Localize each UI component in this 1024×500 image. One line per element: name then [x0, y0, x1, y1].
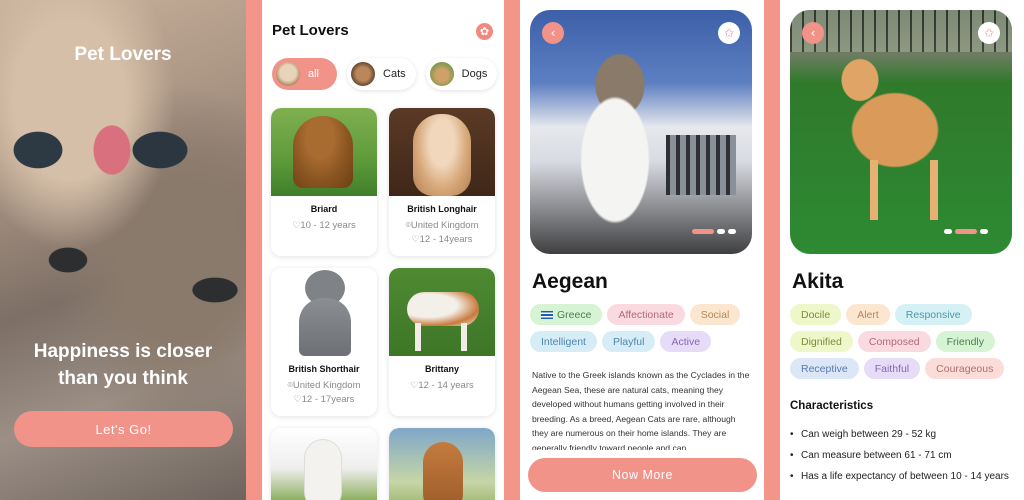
origin-text: United Kingdom	[410, 220, 479, 231]
favorites-icon[interactable]: ✿	[476, 23, 493, 40]
carousel-dot[interactable]	[980, 229, 988, 234]
tag-alert: Alert	[846, 304, 890, 325]
tag-faithful: Faithful	[863, 358, 921, 379]
greece-flag-icon	[541, 310, 553, 319]
filter-chip-label: Dogs	[461, 68, 488, 80]
pet-image	[271, 108, 377, 196]
splash-screen: Pet Lovers Happiness is closer than you …	[0, 0, 246, 500]
pet-origin: ⌾United Kingdom	[389, 220, 495, 231]
carousel-dot[interactable]	[717, 229, 725, 234]
tag-docile: Docile	[790, 304, 842, 325]
pet-lifespan: ♡10 - 12 years	[271, 220, 377, 231]
know-more-button[interactable]: Now More	[528, 458, 757, 492]
lifespan-text: 12 - 14 years	[418, 380, 474, 391]
tag-receptive: Receptive	[790, 358, 859, 379]
lifespan-text: 10 - 12 years	[300, 220, 356, 231]
tag-responsive: Responsive	[894, 304, 972, 325]
pet-card-brittany[interactable]: Brittany ♡12 - 14 years	[389, 268, 495, 416]
lifespan-text: 12 - 17years	[301, 394, 355, 405]
pet-name: Briard	[310, 204, 338, 214]
carousel-dot[interactable]	[955, 229, 977, 234]
tag-social: Social	[689, 304, 741, 325]
akita-detail-screen: ‹ ✩ Akita Docile Alert Responsive Dignif…	[780, 0, 1024, 500]
favorite-button[interactable]: ✩	[718, 22, 740, 44]
filter-chip-dogs[interactable]: Dogs	[425, 58, 498, 90]
lifespan-text: 12 - 14years	[419, 234, 473, 245]
tag-label: Greece	[557, 308, 592, 321]
cats-chip-image	[351, 62, 376, 86]
back-button[interactable]: ‹	[802, 22, 824, 44]
filter-chip-label: all	[308, 68, 320, 80]
tag-playful: Playful	[601, 331, 656, 352]
pet-list-screen: Pet Lovers ✿ all Cats Dogs Briard ♡10 - …	[262, 0, 504, 500]
pet-hero-image: ‹ ✩	[530, 10, 752, 254]
characteristic-item: Can weigh between 29 - 52 kg	[790, 428, 1016, 441]
pet-image	[389, 268, 495, 356]
origin-text: United Kingdom	[292, 380, 361, 391]
app-title: Pet Lovers	[74, 44, 172, 65]
filter-chip-label: Cats	[383, 68, 406, 80]
pet-lifespan: ♡12 - 17years	[271, 394, 377, 405]
pet-card-british-shorthair[interactable]: British Shorthair ⌾United Kingdom ♡12 - …	[271, 268, 377, 416]
pet-description: Native to the Greek islands known as the…	[532, 370, 750, 450]
pet-name: British Shorthair	[288, 364, 360, 374]
pet-origin: ⌾United Kingdom	[271, 380, 377, 391]
characteristic-item: Has a life expectancy of between 10 - 14…	[790, 470, 1016, 483]
tag-country: Greece	[530, 304, 603, 325]
tag-active: Active	[660, 331, 712, 352]
pet-card-bull-terrier-2[interactable]	[389, 428, 495, 500]
pet-card-bull-terrier[interactable]	[271, 428, 377, 500]
carousel-dot[interactable]	[728, 229, 736, 234]
pet-name: Aegean	[532, 270, 608, 293]
page-title: Pet Lovers	[272, 22, 349, 39]
tag-courageous: Courageous	[925, 358, 1005, 379]
image-carousel-dots[interactable]	[692, 229, 736, 234]
pet-image	[271, 428, 377, 500]
pet-image	[389, 108, 495, 196]
pet-card-british-longhair[interactable]: British Longhair ⌾United Kingdom ♡12 - 1…	[389, 108, 495, 256]
image-carousel-dots[interactable]	[944, 229, 988, 234]
tagline-line-2: than you think	[58, 368, 188, 389]
pet-image	[389, 428, 495, 500]
aegean-detail-screen: ‹ ✩ Aegean Greece Affectionate Social In…	[520, 0, 764, 500]
favorite-button[interactable]: ✩	[978, 22, 1000, 44]
characteristics-list: Can weigh between 29 - 52 kg Can measure…	[790, 428, 1016, 491]
pet-image	[271, 268, 377, 356]
all-chip-image	[276, 62, 300, 86]
dogs-chip-image	[429, 62, 454, 86]
tag-affectionate: Affectionate	[607, 304, 685, 325]
heart-icon: ♡	[293, 394, 302, 404]
characteristics-heading: Characteristics	[790, 400, 874, 412]
tag-composed: Composed	[857, 331, 931, 352]
tag-dignified: Dignified	[790, 331, 853, 352]
back-button[interactable]: ‹	[542, 22, 564, 44]
pet-card-briard[interactable]: Briard ♡10 - 12 years	[271, 108, 377, 256]
tag-intelligent: Intelligent	[530, 331, 597, 352]
tag-friendly: Friendly	[935, 331, 995, 352]
tagline: Happiness is closer than you think	[10, 338, 236, 392]
characteristic-item: Can measure between 61 - 71 cm	[790, 449, 1016, 462]
pet-lifespan: ♡12 - 14 years	[389, 380, 495, 391]
carousel-dot[interactable]	[944, 229, 952, 234]
trait-tags: Greece Affectionate Social Intelligent P…	[530, 304, 756, 352]
pet-name: Akita	[792, 270, 844, 293]
pet-name: Brittany	[424, 364, 459, 374]
filter-chip-cats[interactable]: Cats	[347, 58, 416, 90]
trait-tags: Docile Alert Responsive Dignified Compos…	[790, 304, 1016, 379]
pet-lifespan: ♡12 - 14years	[389, 234, 495, 245]
filter-chip-all[interactable]: all	[272, 58, 338, 90]
pet-name: British Longhair	[407, 204, 477, 214]
tagline-line-1: Happiness is closer	[33, 341, 213, 362]
pet-hero-image: ‹ ✩	[790, 10, 1012, 254]
filter-chips: all Cats Dogs	[272, 58, 498, 90]
carousel-dot[interactable]	[692, 229, 714, 234]
heart-icon: ♡	[411, 234, 420, 244]
lets-go-button[interactable]: Let's Go!	[14, 411, 233, 447]
